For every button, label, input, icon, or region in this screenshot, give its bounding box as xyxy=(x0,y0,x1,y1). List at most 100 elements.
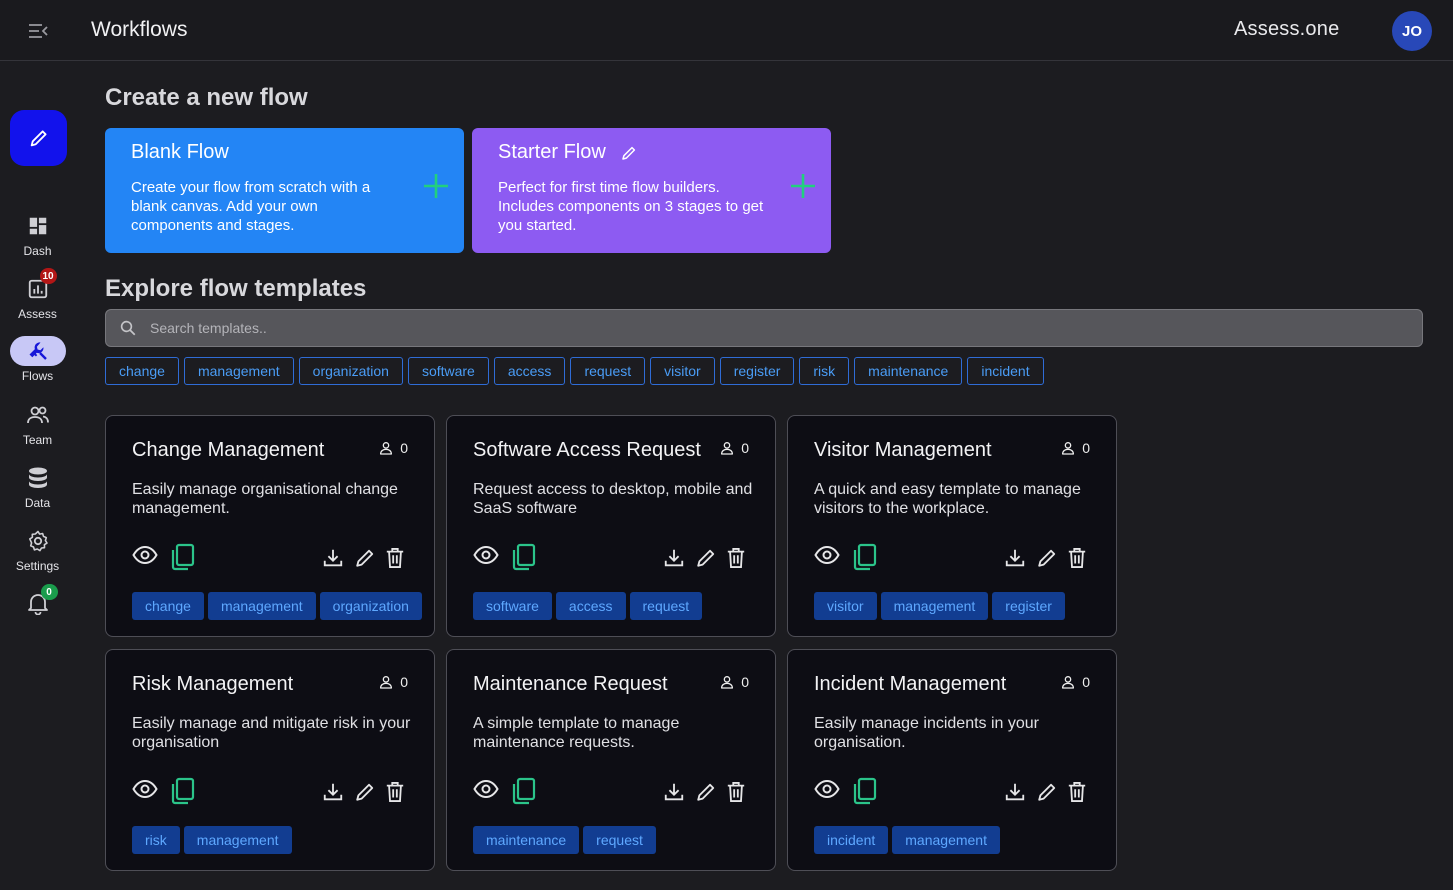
sidebar-item-flows[interactable]: Flows xyxy=(0,336,75,383)
user-icon xyxy=(1060,440,1076,456)
eye-icon[interactable] xyxy=(132,779,158,799)
sidebar-item-settings[interactable]: Settings xyxy=(0,526,75,573)
trash-icon[interactable] xyxy=(385,547,405,569)
template-tag[interactable]: management xyxy=(880,592,989,620)
template-tag[interactable]: maintenance xyxy=(473,826,580,854)
eye-icon[interactable] xyxy=(814,545,840,565)
eye-icon[interactable] xyxy=(473,545,499,565)
copy-icon[interactable] xyxy=(511,777,537,805)
template-tag[interactable]: incident xyxy=(814,826,889,854)
copy-icon[interactable] xyxy=(852,543,878,571)
blank-flow-card[interactable]: Blank Flow Create your flow from scratch… xyxy=(105,128,464,253)
filter-chip[interactable]: incident xyxy=(967,357,1044,385)
copy-icon[interactable] xyxy=(170,777,196,805)
download-icon[interactable] xyxy=(1004,781,1026,803)
sidebar-item-data[interactable]: Data xyxy=(0,463,75,510)
template-card[interactable]: Visitor Management 0 A quick and easy temp… xyxy=(787,415,1117,637)
database-icon xyxy=(10,463,66,493)
top-bar: Workflows Assess.one JO xyxy=(0,0,1453,61)
bell-icon: 0 xyxy=(10,584,66,618)
sidebar-item-team[interactable]: Team xyxy=(0,400,75,447)
template-card[interactable]: Change Management 0 Easily manage organisa… xyxy=(105,415,435,637)
trash-icon[interactable] xyxy=(1067,781,1087,803)
notifications-badge: 0 xyxy=(40,584,58,600)
template-tag[interactable]: request xyxy=(629,592,703,620)
filter-chip[interactable]: management xyxy=(183,357,294,385)
template-tag[interactable]: management xyxy=(183,826,292,854)
template-description: A simple template to manage maintenance … xyxy=(473,715,680,751)
download-icon[interactable] xyxy=(322,781,344,803)
template-tag[interactable]: organization xyxy=(319,592,422,620)
template-card[interactable]: Risk Management 0 Easily manage and mitiga… xyxy=(105,649,435,871)
trash-icon[interactable] xyxy=(726,547,746,569)
plus-icon[interactable] xyxy=(422,172,450,200)
avatar[interactable]: JO xyxy=(1392,11,1432,51)
eye-icon[interactable] xyxy=(814,779,840,799)
template-tag[interactable]: change xyxy=(132,592,204,620)
trash-icon[interactable] xyxy=(1067,547,1087,569)
template-description: Easily manage incidents in your organisa… xyxy=(814,715,1040,751)
filter-chip[interactable]: request xyxy=(570,357,646,385)
eye-icon[interactable] xyxy=(132,545,158,565)
filter-chip[interactable]: visitor xyxy=(650,357,715,385)
template-tag[interactable]: risk xyxy=(132,826,180,854)
plus-icon[interactable] xyxy=(789,172,817,200)
filter-chip[interactable]: software xyxy=(407,357,489,385)
template-title: Maintenance Request xyxy=(473,673,668,695)
trash-icon[interactable] xyxy=(726,781,746,803)
template-tags: incident management xyxy=(814,826,1000,854)
edit-pencil-icon[interactable] xyxy=(354,547,376,569)
edit-pencil-icon[interactable] xyxy=(354,781,376,803)
user-count-value: 0 xyxy=(1082,440,1090,456)
pencil-icon[interactable] xyxy=(620,144,638,162)
blank-flow-title: Blank Flow xyxy=(131,141,229,163)
wrench-icon xyxy=(9,336,66,366)
sidebar-item-label: Flows xyxy=(21,369,54,383)
filter-chip[interactable]: register xyxy=(719,357,795,385)
template-tag[interactable]: request xyxy=(583,826,656,854)
edit-pencil-icon[interactable] xyxy=(695,781,717,803)
copy-icon[interactable] xyxy=(170,543,196,571)
eye-icon[interactable] xyxy=(473,779,499,799)
template-card[interactable]: Software Access Request 0 Request access t… xyxy=(446,415,776,637)
copy-icon[interactable] xyxy=(852,777,878,805)
template-tags: risk management xyxy=(132,826,292,854)
template-tags: change management organization xyxy=(132,592,422,620)
menu-collapse-icon[interactable] xyxy=(26,19,50,43)
template-tag[interactable]: management xyxy=(207,592,316,620)
edit-pencil-icon[interactable] xyxy=(1036,547,1058,569)
starter-flow-card[interactable]: Starter Flow Perfect for first time flow… xyxy=(472,128,831,253)
user-count-value: 0 xyxy=(400,440,408,456)
download-icon[interactable] xyxy=(663,781,685,803)
download-icon[interactable] xyxy=(663,547,685,569)
filter-chip[interactable]: access xyxy=(493,357,566,385)
filter-chip[interactable]: maintenance xyxy=(854,357,963,385)
download-icon[interactable] xyxy=(1004,547,1026,569)
search-input[interactable] xyxy=(150,310,1410,346)
download-icon[interactable] xyxy=(322,547,344,569)
template-user-count: 0 xyxy=(378,440,408,456)
trash-icon[interactable] xyxy=(385,781,405,803)
sidebar-item-assess[interactable]: 10 Assess xyxy=(0,268,75,321)
sidebar-item-dash[interactable]: Dash xyxy=(0,211,75,258)
template-tag[interactable]: register xyxy=(992,592,1065,620)
template-title: Change Management xyxy=(132,439,325,461)
notifications-button[interactable]: 0 xyxy=(0,584,75,618)
template-tag[interactable]: management xyxy=(892,826,1000,854)
filter-chip[interactable]: organization xyxy=(298,357,403,385)
template-tag[interactable]: access xyxy=(555,592,626,620)
template-user-count: 0 xyxy=(378,674,408,690)
new-flow-fab-button[interactable] xyxy=(10,110,67,166)
template-tag[interactable]: software xyxy=(473,592,552,620)
user-icon xyxy=(1060,674,1076,690)
filter-chip[interactable]: change xyxy=(105,357,179,385)
template-card[interactable]: Maintenance Request 0 A simple template to… xyxy=(446,649,776,871)
sidebar-item-label: Dash xyxy=(23,244,52,258)
filter-chip[interactable]: risk xyxy=(799,357,850,385)
copy-icon[interactable] xyxy=(511,543,537,571)
template-card[interactable]: Incident Management 0 Easily manage incide… xyxy=(787,649,1117,871)
edit-pencil-icon[interactable] xyxy=(695,547,717,569)
template-title: Risk Management xyxy=(132,673,294,695)
template-tag[interactable]: visitor xyxy=(814,592,877,620)
edit-pencil-icon[interactable] xyxy=(1036,781,1058,803)
